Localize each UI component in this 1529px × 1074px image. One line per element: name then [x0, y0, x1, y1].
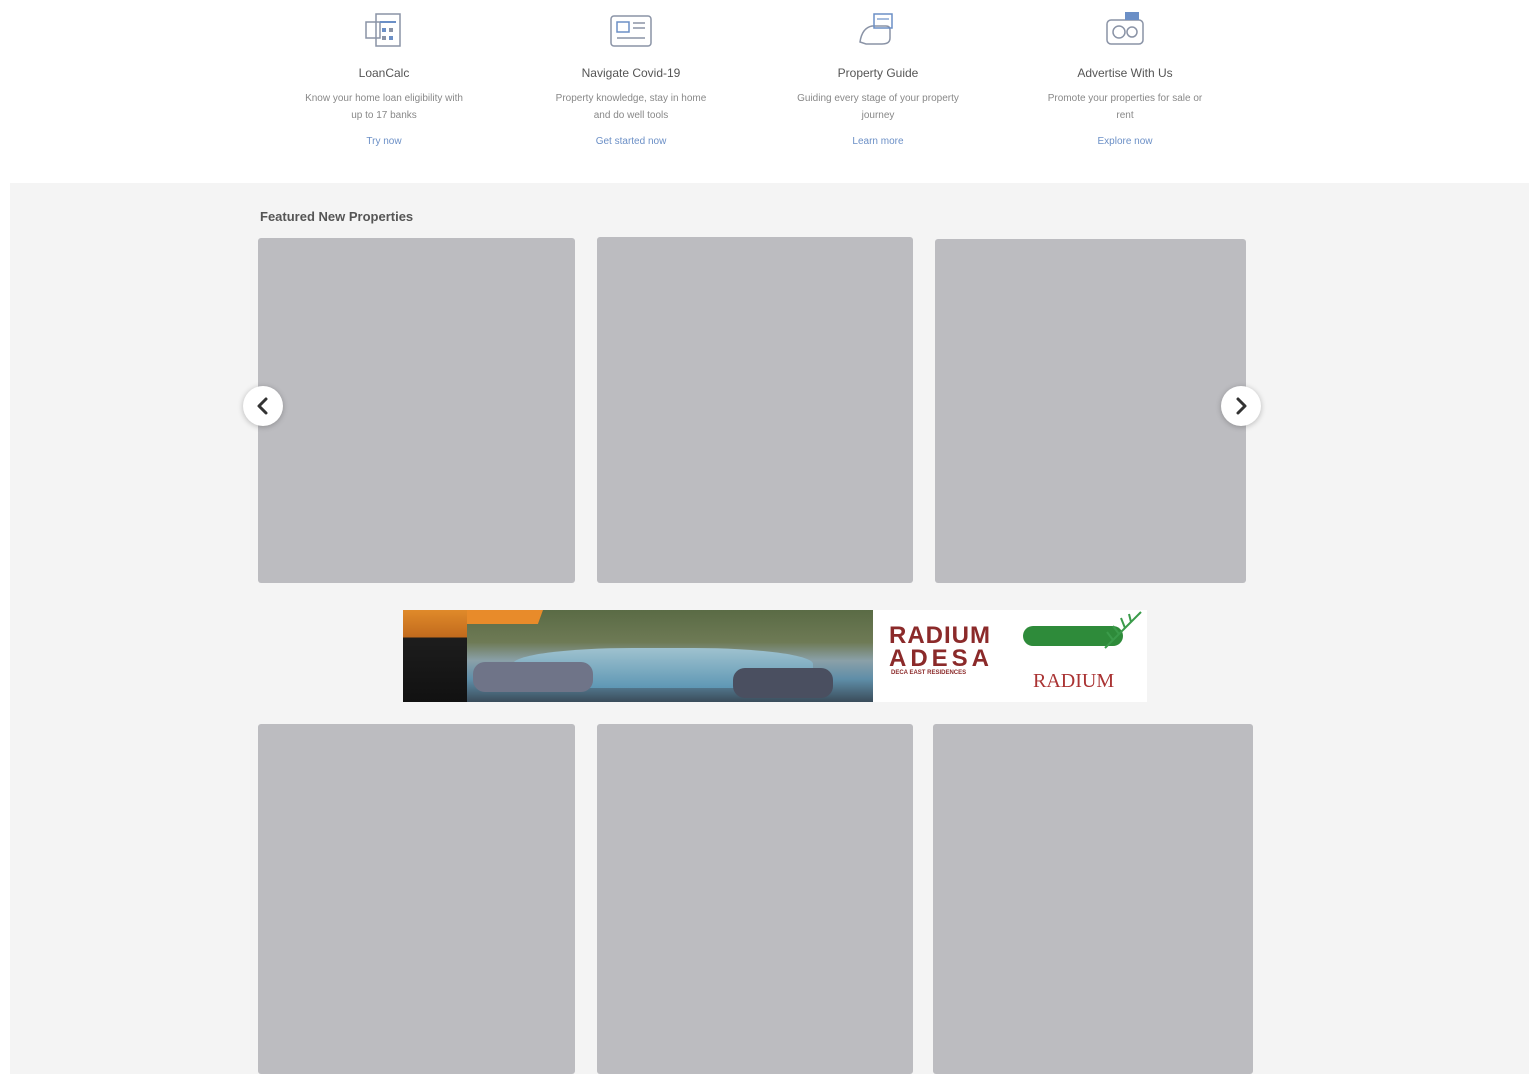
- banner-pool-photo: [403, 610, 873, 702]
- feature-link[interactable]: Get started now: [531, 136, 731, 147]
- palm-leaf-icon: [1104, 611, 1142, 649]
- property-card[interactable]: [933, 724, 1253, 1074]
- feature-loancalc: LoanCalc Know your home loan eligibility…: [284, 0, 484, 147]
- guide-hand-icon: [859, 13, 893, 45]
- property-card[interactable]: [597, 724, 913, 1074]
- feature-title: Advertise With Us: [1077, 66, 1173, 80]
- feature-description: Property knowledge, stay in home and do …: [555, 93, 707, 121]
- banner-subtitle: DECA EAST RESIDENCES: [891, 670, 967, 676]
- section-title: Featured New Properties: [260, 209, 414, 224]
- advertise-icon: [1106, 12, 1144, 45]
- feature-description: Guiding every stage of your property jou…: [797, 93, 959, 121]
- feature-title: Navigate Covid-19: [581, 66, 681, 80]
- property-card[interactable]: [935, 239, 1246, 583]
- feature-link[interactable]: Learn more: [778, 136, 978, 147]
- feature-covid: Navigate Covid-19 Property knowledge, st…: [531, 0, 731, 147]
- feature-title: Property Guide: [837, 66, 919, 80]
- carousel-prev-button[interactable]: [243, 386, 283, 426]
- banner-brand-panel: RADIUM ADESA DECA EAST RESIDENCES RADIUM: [873, 610, 1147, 702]
- feature-description: Know your home loan eligibility with up …: [305, 93, 463, 121]
- feature-description: Promote your properties for sale or rent: [1047, 93, 1203, 121]
- property-card[interactable]: [258, 238, 575, 583]
- feature-title: LoanCalc: [358, 66, 410, 80]
- calculator-icon: [365, 13, 401, 47]
- property-card[interactable]: [597, 237, 913, 583]
- feature-property-guide: Property Guide Guiding every stage of yo…: [778, 0, 978, 147]
- banner-logo: RADIUM: [1033, 670, 1115, 692]
- chevron-right-icon: [1236, 397, 1247, 415]
- feature-strip: LoanCalc Know your home loan eligibility…: [0, 0, 1529, 183]
- feature-link[interactable]: Try now: [284, 136, 484, 147]
- carousel-next-button[interactable]: [1221, 386, 1261, 426]
- banner-title-line2: ADESA: [889, 645, 994, 672]
- newspaper-icon: [610, 15, 652, 47]
- chevron-left-icon: [257, 397, 268, 415]
- feature-advertise: Advertise With Us Promote your propertie…: [1025, 0, 1225, 147]
- radium-adesa-banner-ad[interactable]: RADIUM ADESA DECA EAST RESIDENCES RADIUM: [403, 610, 1147, 702]
- feature-link[interactable]: Explore now: [1025, 136, 1225, 147]
- property-card[interactable]: [258, 724, 575, 1074]
